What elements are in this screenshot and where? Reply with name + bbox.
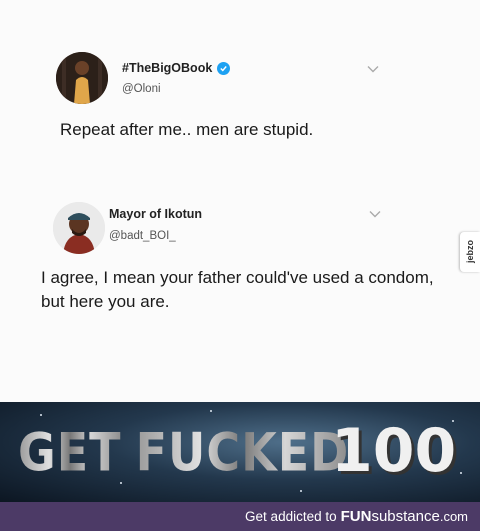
tweet-screenshot: #TheBigOBook @Oloni Repeat after me.. me… [0, 0, 480, 402]
side-watermark-text: jebzo [465, 240, 475, 264]
footer-brand[interactable]: FUNsubstance.com [341, 508, 468, 525]
star-decoration [300, 490, 302, 492]
star-decoration [210, 410, 212, 412]
meme-word-fucked: FUCKED [135, 420, 350, 484]
star-decoration [460, 472, 462, 474]
author-display-name[interactable]: Mayor of Ikotun [109, 207, 202, 221]
chevron-down-icon[interactable] [369, 210, 381, 218]
meme-word-get: GET [18, 420, 122, 484]
footer-brand-light: substance [371, 508, 440, 525]
site-footer: Get addicted to FUNsubstance.com [0, 502, 480, 531]
avatar-oloni-image [56, 52, 108, 104]
meme-score: 100 [331, 416, 457, 486]
side-watermark-logo: jebzo [460, 232, 480, 272]
tweet-author-row: #TheBigOBook [122, 61, 231, 75]
tweet-author-row: Mayor of Ikotun [109, 207, 202, 221]
meme-caption: GET FUCKED [18, 420, 350, 484]
footer-tagline: Get addicted to [245, 509, 337, 524]
author-handle[interactable]: @Oloni [122, 83, 161, 95]
author-display-name[interactable]: #TheBigOBook [122, 61, 212, 75]
author-handle[interactable]: @badt_BOI_ [109, 230, 176, 242]
verified-badge-icon [217, 61, 231, 75]
avatar-oloni[interactable] [56, 52, 108, 104]
footer-brand-tld: .com [439, 509, 468, 524]
chevron-down-icon[interactable] [367, 65, 379, 73]
star-decoration [40, 414, 42, 416]
footer-brand-bold: FUN [340, 508, 372, 525]
tweet-text: Repeat after me.. men are stupid. [60, 120, 314, 139]
avatar-badt-boi-image [53, 202, 105, 254]
tweet-text: I agree, I mean your father could've use… [41, 268, 434, 311]
meme-banner: GET FUCKED 100 [0, 402, 480, 502]
avatar-badt-boi[interactable] [53, 202, 105, 254]
